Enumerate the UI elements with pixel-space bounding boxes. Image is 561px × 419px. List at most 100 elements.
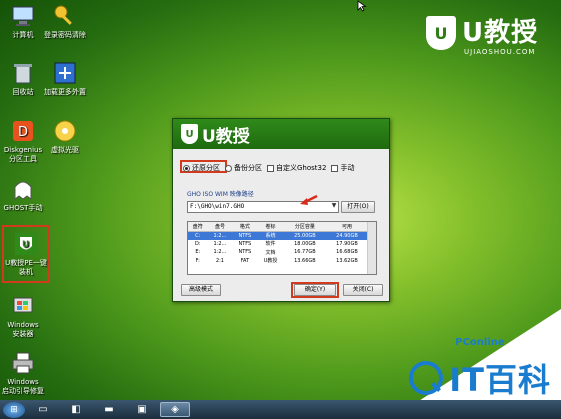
table-cell: F:	[195, 257, 200, 264]
table-cell: FAT	[240, 257, 250, 264]
table-header-row: 盘符 盘号 格式 卷标 分区容量 可用	[188, 222, 368, 232]
desktop-icon-label: 虚拟光驱	[51, 146, 79, 154]
table-row[interactable]: E: 1:2... NTFS 文档 16.77GB 16.68GB	[188, 248, 368, 257]
backup-label: 备份分区	[234, 164, 262, 172]
desktop-icon-label: Windows 启动引导修复	[2, 378, 44, 395]
magnifier-logo-icon	[409, 361, 444, 395]
table-cell: 2:1	[215, 257, 224, 264]
svg-text:U: U	[22, 240, 29, 250]
desktop-icon-label: GHOST手动	[3, 204, 43, 212]
table-cell: 文档	[265, 249, 276, 256]
table-cell: 17.90GB	[336, 240, 358, 247]
table-cell: NTFS	[238, 240, 252, 247]
advanced-mode-button[interactable]: 高级模式	[181, 284, 221, 296]
cd-drive-icon	[52, 118, 78, 144]
puzzle-icon	[52, 60, 78, 86]
table-cell: NTFS	[232, 231, 258, 240]
desktop-icon-label: 回收站	[12, 88, 34, 96]
chevron-down-icon[interactable]: ▼	[330, 202, 338, 212]
close-button[interactable]: 关闭(C)	[343, 284, 383, 296]
column-header: 格式	[232, 222, 258, 232]
desktop-icon-windows-installer[interactable]: Windows 安装器	[0, 293, 53, 339]
ujiaoshou-dialog: U U教授 还原分区 备份分区 自定义Ghost32 手动 GHO ISO WI…	[172, 118, 390, 302]
dialog-title: U教授	[202, 126, 250, 147]
partition-table: 盘符 盘号 格式 卷标 分区容量 可用 C: 1:2... NTFS 系统 25…	[187, 221, 377, 275]
table-cell: C:	[188, 231, 208, 240]
restore-option[interactable]: 还原分区	[183, 163, 220, 173]
column-header: 盘号	[207, 222, 233, 232]
taskbar-ujiaoshou-icon[interactable]: ◈	[160, 402, 190, 417]
table-cell: 16.77GB	[294, 249, 316, 256]
table-row[interactable]: D: 1:2... NTFS 软件 18.00GB 17.90GB	[188, 240, 368, 249]
table-cell: 系统	[257, 231, 284, 240]
desktop-icon-password-clear[interactable]: 登录密码清除	[35, 3, 95, 40]
column-header: 卷标	[257, 222, 284, 232]
column-header: 盘符	[188, 222, 208, 232]
column-header: 分区容量	[283, 222, 326, 232]
watermark-brand: PConline	[455, 337, 505, 348]
desktop-icon-ghost[interactable]: GHOST手动	[0, 176, 53, 213]
image-path-label: GHO ISO WIM 映像路径	[187, 191, 254, 198]
desktop-icon-label: 计算机	[12, 31, 34, 39]
taskbar: ⊞ ▭ ◧ ▬ ▣ ◈	[0, 400, 561, 419]
brand-title: U教授	[462, 18, 539, 48]
table-cell: 16.68GB	[336, 249, 358, 256]
diskgenius-icon: D	[10, 118, 36, 144]
desktop-icon-label: 登录密码清除	[44, 31, 86, 39]
key-icon	[52, 3, 78, 29]
custom-ghost-option[interactable]: 自定义Ghost32	[267, 163, 326, 173]
restore-radio[interactable]	[183, 164, 190, 172]
taskbar-desktop-icon[interactable]: ▭	[28, 402, 58, 417]
table-cell: 1:2...	[207, 231, 233, 240]
taskbar-drive-icon[interactable]: ▬	[94, 402, 124, 417]
open-button[interactable]: 打开(O)	[341, 201, 375, 213]
brand-subtitle: UJIAOSHOU.COM	[464, 48, 536, 56]
dialog-header: U U教授	[173, 119, 389, 149]
desktop-icon-label: 加载更多外置	[44, 88, 86, 96]
ok-button[interactable]: 确定(Y)	[294, 284, 336, 296]
brand-logo: U U教授 UJIAOSHOU.COM	[426, 16, 539, 56]
desktop-icon-virtual-drive[interactable]: 虚拟光驱	[35, 118, 95, 155]
backup-radio[interactable]	[225, 164, 232, 172]
desktop-icon-pe-install[interactable]: U U教授PE一键 装机	[0, 231, 56, 277]
ghost-icon	[10, 176, 36, 202]
recycle-bin-icon	[10, 60, 36, 86]
table-cell: 1:2...	[213, 249, 227, 256]
table-cell: 18.00GB	[294, 240, 316, 247]
taskbar-terminal-icon[interactable]: ▣	[127, 402, 157, 417]
table-cell: E:	[195, 249, 201, 256]
table-cell: U教授	[263, 258, 278, 265]
dialog-logo-icon: U	[181, 124, 198, 144]
backup-option[interactable]: 备份分区	[225, 163, 262, 173]
mouse-cursor-icon	[357, 0, 367, 12]
manual-label: 手动	[340, 164, 355, 172]
desktop-icon-label: Windows 安装器	[7, 321, 39, 338]
table-row[interactable]: C: 1:2... NTFS 系统 25.00GB 24.90GB	[188, 231, 368, 240]
table-cell: 25.00GB	[283, 231, 326, 240]
start-button[interactable]: ⊞	[3, 401, 25, 418]
table-cell: 13.62GB	[336, 257, 358, 264]
column-header: 可用	[325, 222, 368, 232]
table-cell: 软件	[265, 241, 276, 248]
table-scrollbar[interactable]	[367, 222, 376, 274]
watermark-title: IT百科	[449, 361, 551, 399]
ujiaoshou-icon: U	[13, 231, 39, 257]
manual-checkbox[interactable]	[331, 164, 339, 172]
printer-icon	[10, 350, 36, 376]
table-cell: 24.90GB	[325, 231, 368, 240]
table-cell: 1:2...	[213, 240, 227, 247]
desktop-icon-label: U教授PE一键 装机	[5, 259, 47, 276]
mode-options: 还原分区 备份分区 自定义Ghost32 手动	[183, 163, 354, 173]
table-row[interactable]: F: 2:1 FAT U教授 13.66GB 13.62GB	[188, 257, 368, 266]
taskbar-tools-icon[interactable]: ◧	[61, 402, 91, 417]
desktop-icon-load-more[interactable]: 加载更多外置	[35, 60, 95, 97]
table-cell: NTFS	[238, 249, 252, 256]
windows-installer-icon	[10, 293, 36, 319]
table-cell: D:	[194, 240, 201, 247]
custom-ghost-label: 自定义Ghost32	[276, 164, 327, 172]
manual-option[interactable]: 手动	[331, 163, 354, 173]
desktop-icon-boot-repair[interactable]: Windows 启动引导修复	[0, 350, 53, 396]
custom-ghost-checkbox[interactable]	[267, 164, 274, 172]
shield-logo-icon: U	[426, 16, 456, 50]
svg-text:D: D	[18, 125, 28, 140]
